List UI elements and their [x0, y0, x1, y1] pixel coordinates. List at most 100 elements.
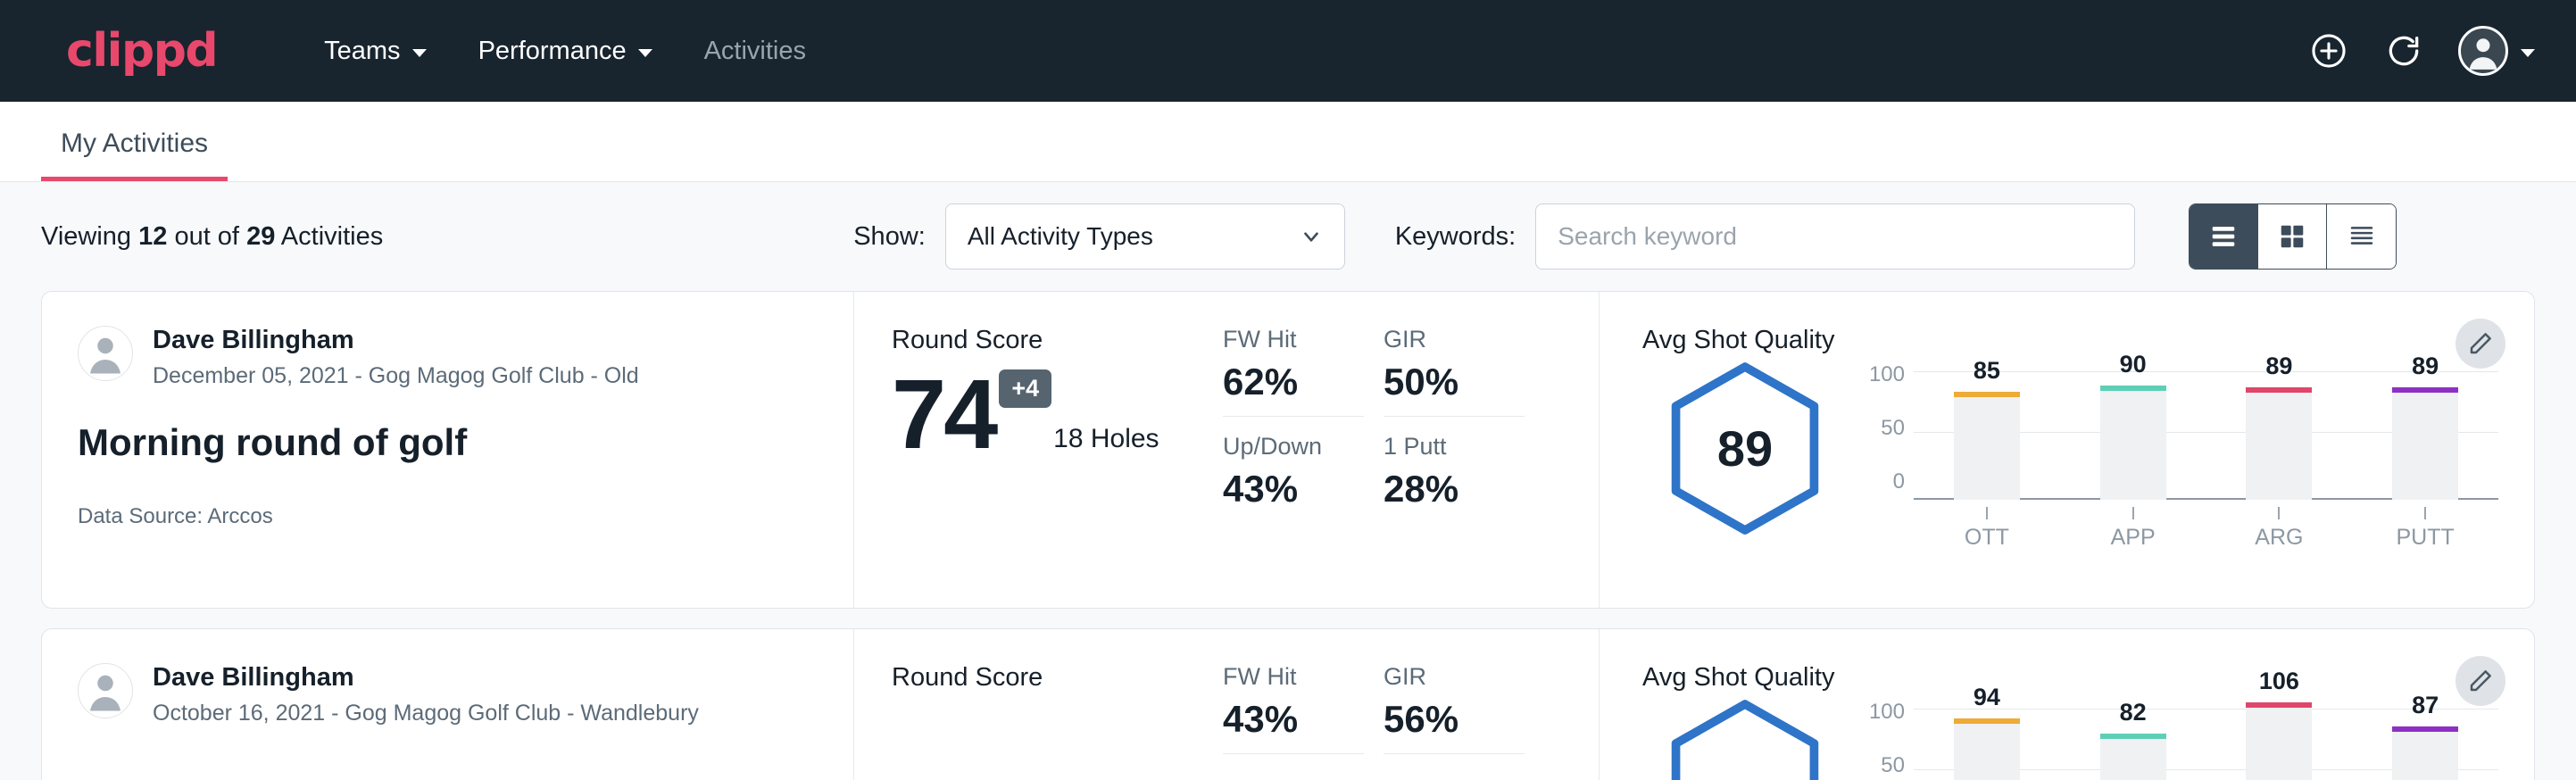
round-score-label: Round Score — [892, 663, 1216, 693]
activity-meta: December 05, 2021 - Gog Magog Golf Club … — [153, 363, 639, 389]
chart-bar — [2100, 386, 2166, 500]
chart-bar — [2246, 702, 2312, 780]
stat-label: 1 Putt — [1384, 433, 1544, 461]
keywords-label: Keywords: — [1395, 222, 1516, 252]
chart-plot-area: 100 50 0 85908989 — [1858, 361, 2498, 500]
avg-shot-quality-label: Avg Shot Quality — [1642, 663, 2498, 693]
round-stats-grid: FW Hit 62% GIR 50% Up/Down 43% 1 Putt 28… — [1223, 326, 1599, 523]
stat-label: GIR — [1384, 326, 1525, 353]
chart-bar — [2392, 726, 2458, 780]
avg-shot-quality-column: Avg Shot Quality 100 — [1600, 629, 2534, 780]
activity-summary-column: Dave Billingham December 05, 2021 - Gog … — [42, 292, 854, 608]
tab-my-activities[interactable]: My Activities — [41, 129, 228, 181]
activity-type-select[interactable]: All Activity Types — [945, 203, 1345, 270]
pencil-icon — [2467, 330, 2494, 357]
pencil-icon — [2467, 668, 2494, 694]
stat-value: 43% — [1223, 468, 1384, 510]
x-label: ARG — [2206, 525, 2353, 551]
activity-summary-column: Dave Billingham October 16, 2021 - Gog M… — [42, 629, 854, 780]
chart-bar — [2246, 387, 2312, 500]
tick-mark — [1986, 507, 1988, 519]
chart-bar-value-label: 89 — [2265, 353, 2292, 380]
score-to-par-badge: +4 — [999, 369, 1051, 408]
stat-label: FW Hit — [1223, 663, 1364, 691]
refresh-button[interactable] — [2383, 30, 2424, 71]
view-mode-list-button[interactable] — [2190, 204, 2258, 269]
chevron-down-icon — [412, 49, 427, 57]
show-filter-group: Show: All Activity Types — [853, 203, 1345, 270]
chart-plot-area: 100 50 0 948210687 — [1858, 698, 2498, 780]
round-score-value: 74 — [892, 369, 995, 460]
shot-quality-bar-chart: 100 50 0 85908989 — [1848, 361, 2498, 551]
chart-bar-cap — [2246, 387, 2312, 393]
chart-bar-value-label: 90 — [2120, 351, 2147, 378]
nav-item-performance[interactable]: Performance — [478, 37, 652, 66]
round-stats-column: FW Hit 62% GIR 50% Up/Down 43% 1 Putt 28… — [1216, 292, 1600, 608]
stat-value: 56% — [1384, 698, 1525, 741]
round-score-column: Round Score — [854, 629, 1216, 780]
app-logo[interactable]: clippd — [66, 24, 217, 78]
avg-shot-quality-value: 89 — [1666, 361, 1824, 535]
edit-activity-button[interactable] — [2456, 656, 2505, 706]
chevron-down-icon — [1300, 225, 1323, 248]
stat-value: 43% — [1223, 698, 1364, 741]
grid-view-icon — [2278, 223, 2306, 250]
chart-bar-slot: 89 — [2352, 361, 2498, 500]
avg-shot-quality-hex-wrap: 89 — [1642, 361, 1848, 535]
avg-shot-quality-body: 100 50 0 948210687 — [1642, 698, 2498, 780]
shot-quality-bar-chart: 100 50 0 948210687 — [1848, 698, 2498, 780]
nav-item-performance-label: Performance — [478, 37, 627, 66]
chart-bars-area: 85908989 — [1914, 361, 2498, 500]
chart-bar-slot: 85 — [1914, 361, 2060, 500]
chart-bar-value-label: 85 — [1974, 357, 2000, 385]
x-tick-arg: ARG — [2206, 507, 2353, 551]
view-mode-compact-button[interactable] — [2327, 204, 2396, 269]
avg-shot-quality-body: 89 100 50 0 — [1642, 361, 2498, 551]
nav-item-activities-label: Activities — [704, 37, 806, 66]
add-activity-button[interactable] — [2308, 30, 2349, 71]
search-input[interactable] — [1535, 203, 2135, 270]
stat-up-down: Up/Down 43% — [1223, 433, 1384, 523]
viewing-prefix: Viewing — [41, 222, 131, 251]
y-tick-50: 50 — [1881, 753, 1905, 778]
viewing-count: 12 — [138, 222, 167, 251]
x-tick-ott: OTT — [1914, 507, 2060, 551]
top-navigation-bar: clippd Teams Performance Activities — [0, 0, 2576, 102]
chart-bar — [1954, 718, 2020, 780]
activity-card[interactable]: Dave Billingham December 05, 2021 - Gog … — [41, 291, 2535, 609]
stat-one-putt: 1 Putt 28% — [1384, 433, 1544, 523]
y-tick-100: 100 — [1869, 700, 1905, 725]
activity-player-info: Dave Billingham October 16, 2021 - Gog M… — [153, 663, 699, 726]
holes-played: 18 Holes — [1053, 424, 1159, 454]
activity-player: Dave Billingham December 05, 2021 - Gog … — [78, 326, 818, 389]
main-nav-links: Teams Performance Activities — [324, 37, 806, 66]
x-tick-app: APP — [2060, 507, 2206, 551]
y-tick-50: 50 — [1881, 416, 1905, 441]
account-menu[interactable] — [2458, 26, 2535, 76]
view-mode-grid-button[interactable] — [2258, 204, 2327, 269]
avg-shot-quality-label: Avg Shot Quality — [1642, 326, 2498, 355]
activity-title: Morning round of golf — [78, 421, 818, 464]
nav-item-activities[interactable]: Activities — [704, 37, 806, 66]
round-score-label: Round Score — [892, 326, 1216, 355]
page-body: Viewing 12 out of 29 Activities Show: Al… — [0, 182, 2576, 780]
avg-shot-quality-hex-wrap — [1642, 698, 1848, 780]
y-tick-100: 100 — [1869, 362, 1905, 387]
edit-activity-button[interactable] — [2456, 319, 2505, 369]
nav-item-teams-label: Teams — [324, 37, 400, 66]
nav-item-teams[interactable]: Teams — [324, 37, 426, 66]
player-name: Dave Billingham — [153, 326, 639, 355]
stat-value: 28% — [1384, 468, 1544, 510]
avatar — [2458, 26, 2508, 76]
viewing-mid: out of — [174, 222, 239, 251]
filter-toolbar: Viewing 12 out of 29 Activities Show: Al… — [0, 182, 2576, 291]
viewing-suffix: Activities — [281, 222, 383, 251]
chart-bar-value-label: 82 — [2120, 699, 2147, 726]
activity-card[interactable]: Dave Billingham October 16, 2021 - Gog M… — [41, 628, 2535, 780]
tick-mark — [2424, 507, 2426, 519]
chart-bar — [2392, 387, 2458, 500]
stat-label: GIR — [1384, 663, 1525, 691]
chart-bars-area: 948210687 — [1914, 698, 2498, 780]
list-view-icon — [2208, 223, 2239, 250]
page-tab-bar: My Activities — [0, 102, 2576, 182]
